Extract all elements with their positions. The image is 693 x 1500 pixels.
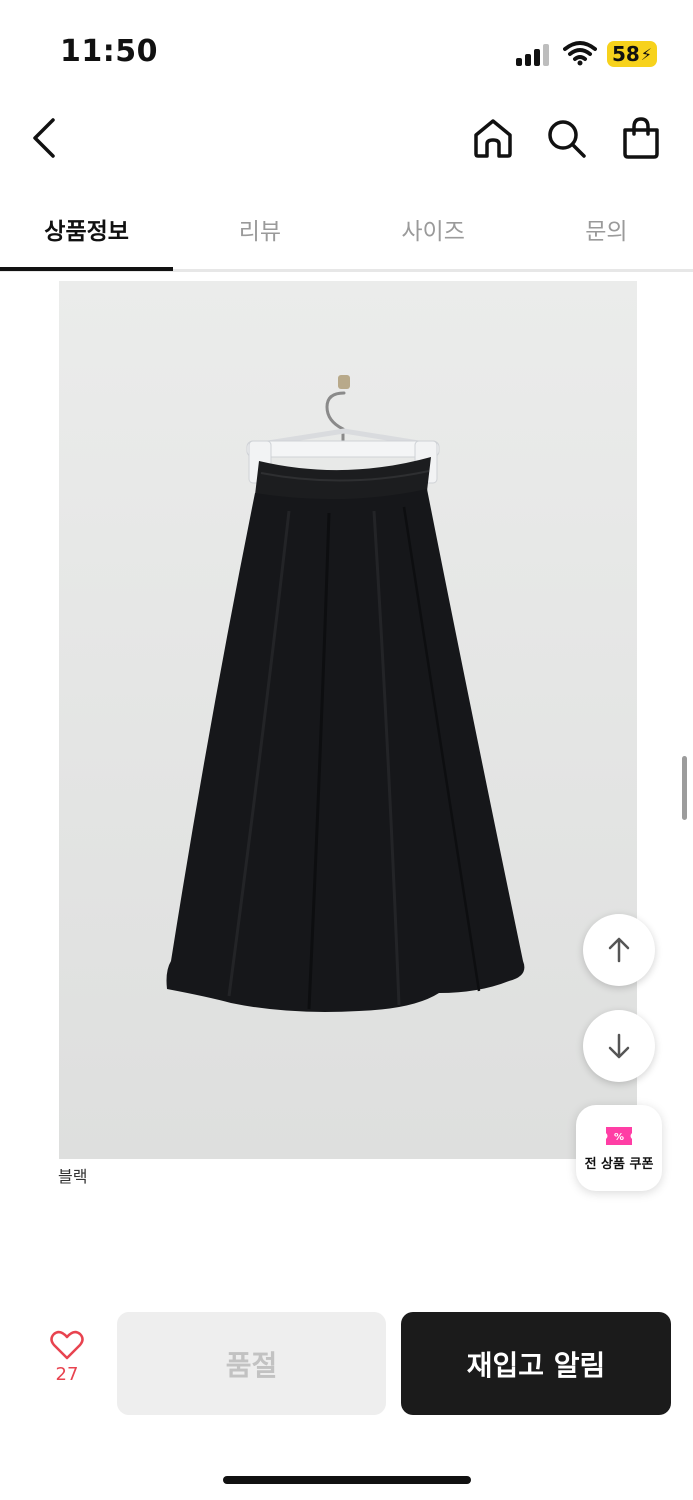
home-icon (474, 119, 512, 158)
wifi-icon (563, 40, 597, 66)
tab-size[interactable]: 사이즈 (347, 190, 520, 268)
bottom-action-bar: 27 품절 재입고 알림 (0, 1290, 693, 1440)
home-indicator[interactable] (223, 1476, 471, 1484)
battery-indicator: 58 ⚡ (607, 41, 657, 67)
product-image (59, 281, 637, 1159)
coupon-percent-icon: % (606, 1126, 632, 1145)
scroll-to-top-button[interactable] (583, 914, 655, 986)
arrow-up-icon (608, 937, 630, 963)
tab-product-info[interactable]: 상품정보 (0, 190, 174, 271)
navigation-bar (0, 100, 693, 180)
product-tabs: 상품정보 리뷰 사이즈 문의 (0, 190, 693, 272)
tab-inquiry[interactable]: 문의 (520, 190, 693, 268)
search-button[interactable] (542, 114, 590, 162)
status-time: 11:50 (60, 34, 158, 69)
black-skirt-illustration (166, 375, 525, 1012)
svg-text:%: % (614, 1132, 624, 1143)
shopping-bag-icon (623, 117, 659, 159)
like-count: 27 (55, 1364, 79, 1385)
coupon-label: 전 상품 쿠폰 (584, 1156, 654, 1172)
status-bar: 11:50 58 ⚡ (0, 0, 693, 100)
arrow-down-icon (608, 1033, 630, 1059)
battery-level: 58 (611, 42, 640, 66)
chevron-left-icon (33, 118, 55, 158)
scroll-to-bottom-button[interactable] (583, 1010, 655, 1082)
image-caption: 블랙 (58, 1167, 88, 1186)
back-button[interactable] (20, 114, 68, 162)
like-button[interactable]: 27 (40, 1330, 94, 1385)
scrollbar[interactable] (682, 756, 687, 820)
all-product-coupon-button[interactable]: % 전 상품 쿠폰 (576, 1105, 662, 1191)
search-icon (548, 120, 586, 158)
restock-notification-button[interactable]: 재입고 알림 (401, 1312, 671, 1415)
tab-reviews[interactable]: 리뷰 (173, 190, 346, 268)
heart-icon (50, 1330, 84, 1360)
home-button[interactable] (469, 114, 517, 162)
charging-bolt-icon: ⚡ (640, 44, 653, 64)
signal-icon (516, 44, 550, 66)
cart-button[interactable] (617, 114, 665, 162)
soldout-button[interactable]: 품절 (117, 1312, 386, 1415)
